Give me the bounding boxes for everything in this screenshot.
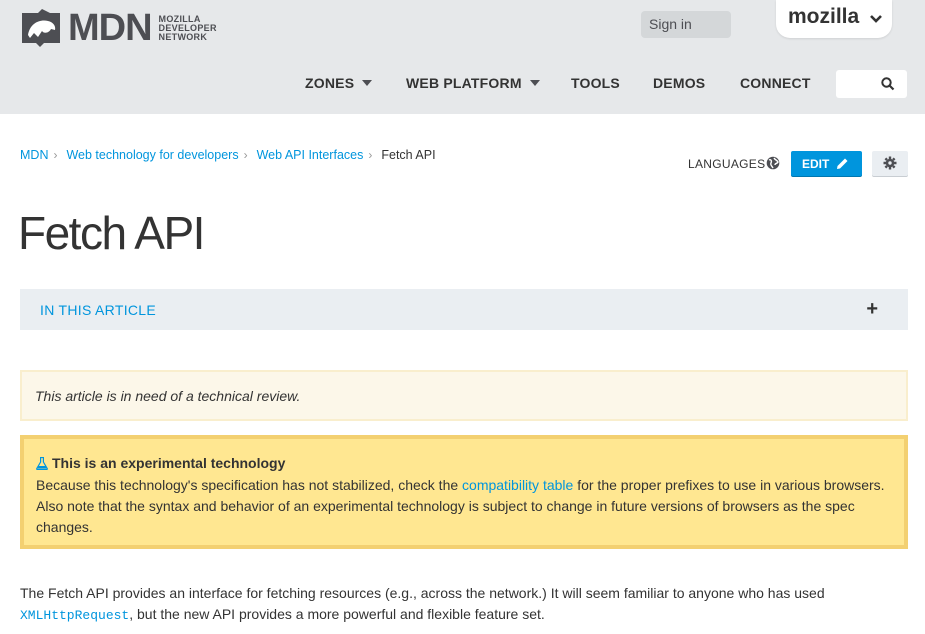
logo-sub-line: NETWORK bbox=[158, 31, 208, 42]
masthead: MDN MOZILLA DEVELOPER NETWORK Sign in mo… bbox=[0, 0, 925, 114]
logo-wordmark: MDN bbox=[68, 7, 153, 49]
nav-demos[interactable]: DEMOS bbox=[653, 75, 705, 95]
logo-subtitle: MOZILLA DEVELOPER NETWORK bbox=[158, 14, 217, 42]
experimental-body-text: Because this technology's specification … bbox=[36, 477, 463, 493]
nav-web-platform[interactable]: WEB PLATFORM bbox=[406, 75, 540, 95]
table-of-contents[interactable]: IN THIS ARTICLE + bbox=[20, 289, 908, 330]
nav-connect[interactable]: CONNECT bbox=[740, 75, 811, 95]
page-title: Fetch API bbox=[18, 207, 205, 259]
experimental-heading-text: This is an experimental technology bbox=[52, 455, 286, 471]
dino-logo-icon bbox=[22, 9, 60, 47]
breadcrumb-link-web-technology[interactable]: Web technology for developers bbox=[66, 148, 238, 162]
chevron-down-icon bbox=[870, 15, 882, 23]
mdn-logo[interactable]: MDN MOZILLA DEVELOPER NETWORK bbox=[20, 9, 217, 47]
intro-text: , but the new API provides a more powerf… bbox=[129, 606, 545, 622]
intro-paragraph: The Fetch API provides an interface for … bbox=[20, 583, 910, 626]
sign-in-button[interactable]: Sign in bbox=[641, 11, 731, 38]
breadcrumb-separator-icon: › bbox=[243, 148, 248, 162]
settings-button[interactable] bbox=[872, 151, 908, 176]
breadcrumb-separator-icon: › bbox=[368, 148, 373, 162]
breadcrumb-current: Fetch API bbox=[381, 148, 436, 162]
languages-button[interactable]: LANGUAGES bbox=[688, 157, 765, 171]
intro-text: The Fetch API provides an interface for … bbox=[20, 585, 825, 601]
search-input[interactable] bbox=[836, 70, 907, 98]
review-notice: This article is in need of a technical r… bbox=[20, 370, 908, 421]
flask-icon bbox=[36, 457, 48, 470]
compatibility-table-link[interactable]: compatibility table bbox=[462, 477, 573, 493]
toc-label[interactable]: IN THIS ARTICLE bbox=[40, 302, 156, 318]
experimental-body: Because this technology's specification … bbox=[36, 475, 896, 538]
mozilla-label: mozilla bbox=[788, 5, 860, 28]
experimental-notice: This is an experimental technology Becau… bbox=[20, 435, 908, 549]
xmlhttprequest-link[interactable]: XMLHttpRequest bbox=[20, 608, 129, 623]
breadcrumb-link-mdn[interactable]: MDN bbox=[20, 148, 48, 162]
breadcrumb-link-web-api-interfaces[interactable]: Web API Interfaces bbox=[257, 148, 364, 162]
caret-down-icon bbox=[529, 80, 540, 86]
experimental-heading: This is an experimental technology bbox=[36, 455, 285, 471]
breadcrumb: MDN › Web technology for developers › We… bbox=[20, 148, 436, 162]
nav-web-platform-label: WEB PLATFORM bbox=[406, 75, 522, 91]
globe-icon[interactable] bbox=[766, 156, 780, 170]
caret-down-icon bbox=[362, 80, 373, 86]
gear-icon bbox=[883, 156, 897, 170]
edit-button-label: EDIT bbox=[802, 157, 830, 171]
pencil-icon bbox=[837, 158, 848, 169]
nav-zones[interactable]: ZONES bbox=[305, 75, 373, 95]
search-icon[interactable] bbox=[881, 77, 895, 91]
edit-button[interactable]: EDIT bbox=[791, 151, 862, 176]
review-notice-text: This article is in need of a technical r… bbox=[35, 388, 301, 404]
expand-plus-icon[interactable]: + bbox=[866, 298, 878, 321]
breadcrumb-separator-icon: › bbox=[53, 148, 58, 162]
mozilla-tab[interactable]: mozilla bbox=[776, 0, 892, 38]
nav-tools[interactable]: TOOLS bbox=[571, 75, 620, 95]
nav-zones-label: ZONES bbox=[305, 75, 355, 91]
